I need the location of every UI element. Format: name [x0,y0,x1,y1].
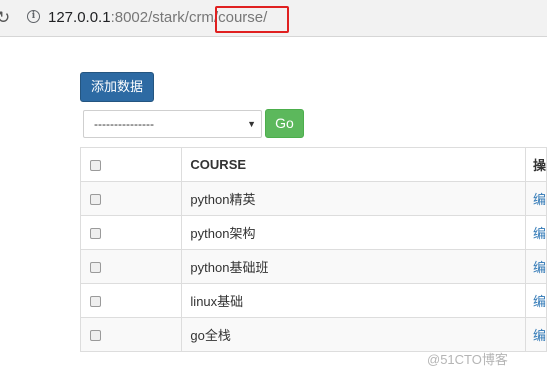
url-host: 127.0.0.1 [48,9,111,26]
course-name-cell: python精英 [181,181,526,216]
course-table: COURSE 操 python精英 编 python架构 编 python基础班… [79,147,547,352]
course-name-cell: python基础班 [181,249,526,284]
table-row: python基础班 编 [79,249,547,284]
table-header-row: COURSE 操 [79,147,547,182]
row-checkbox[interactable] [90,330,101,342]
course-name-cell: go全栈 [181,317,526,352]
edit-link[interactable]: 编 [533,260,546,275]
course-name-cell: python架构 [181,215,526,250]
address-bar: ↻ i 127.0.0.1:8002/stark/crm/course/ [0,0,547,37]
action-select[interactable]: --------------- ▼ [83,110,262,138]
info-icon[interactable]: i [27,10,40,23]
row-checkbox[interactable] [90,296,101,308]
row-checkbox[interactable] [90,262,101,274]
table-row: linux基础 编 [79,283,547,318]
header-checkbox-cell [79,147,183,182]
table-row: go全栈 编 [79,317,547,352]
reload-icon[interactable]: ↻ [0,8,10,28]
edit-link[interactable]: 编 [533,328,546,343]
edit-link[interactable]: 编 [533,192,546,207]
column-header-operation: 操 [524,147,547,182]
table-row: python架构 编 [79,215,547,250]
table-row: python精英 编 [79,181,547,216]
row-checkbox[interactable] [90,194,101,206]
select-all-checkbox[interactable] [90,160,101,172]
course-name-cell: linux基础 [181,283,526,318]
chevron-down-icon: ▼ [247,119,256,129]
url-highlight-box [215,6,289,33]
go-button[interactable]: Go [265,109,304,138]
column-header-course: COURSE [181,147,526,182]
edit-link[interactable]: 编 [533,294,546,309]
add-data-button[interactable]: 添加数据 [80,72,154,102]
url-path: :8002/stark/crm [110,9,214,26]
edit-link[interactable]: 编 [533,226,546,241]
watermark: @51CTO博客 [427,352,508,367]
select-value: --------------- [94,117,154,131]
row-checkbox[interactable] [90,228,101,240]
